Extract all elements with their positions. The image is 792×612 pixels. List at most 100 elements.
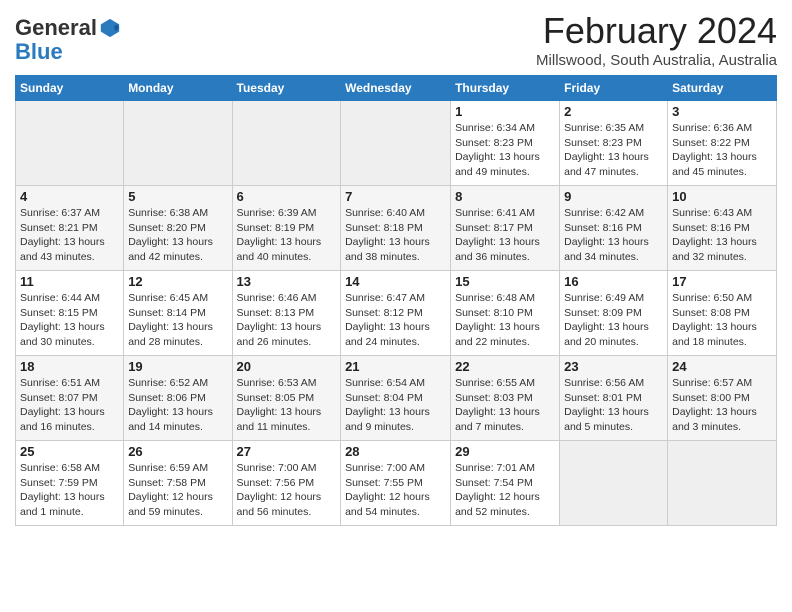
calendar-day-cell: 24 Sunrise: 6:57 AM Sunset: 8:00 PM Dayli… [668, 356, 777, 441]
calendar-day-cell: 21Sunrise: 6:54 AM Sunset: 8:04 PM Dayli… [341, 356, 451, 441]
day-number: 22 [455, 359, 555, 374]
day-number: 25 [20, 444, 119, 459]
calendar-day-cell [232, 101, 341, 186]
weekday-header: Tuesday [232, 76, 341, 101]
day-info: Sunrise: 6:39 AM Sunset: 8:19 PM Dayligh… [237, 206, 337, 265]
calendar-week-row: 4 Sunrise: 6:37 AM Sunset: 8:21 PM Daylig… [16, 186, 777, 271]
day-info: Sunrise: 6:46 AM Sunset: 8:13 PM Dayligh… [237, 291, 337, 350]
calendar-day-cell [668, 441, 777, 526]
weekday-header: Friday [560, 76, 668, 101]
day-info: Sunrise: 6:44 AM Sunset: 8:15 PM Dayligh… [20, 291, 119, 350]
day-number: 20 [237, 359, 337, 374]
day-info: Sunrise: 6:57 AM Sunset: 8:00 PM Dayligh… [672, 376, 772, 435]
calendar-day-cell: 7 Sunrise: 6:40 AM Sunset: 8:18 PM Daylig… [341, 186, 451, 271]
calendar-day-cell: 9Sunrise: 6:42 AM Sunset: 8:16 PM Daylig… [560, 186, 668, 271]
calendar-week-row: 11Sunrise: 6:44 AM Sunset: 8:15 PM Dayli… [16, 271, 777, 356]
calendar-day-cell: 12 Sunrise: 6:45 AM Sunset: 8:14 PM Dayli… [124, 271, 232, 356]
day-number: 27 [237, 444, 337, 459]
day-info: Sunrise: 6:50 AM Sunset: 8:08 PM Dayligh… [672, 291, 772, 350]
calendar-day-cell [341, 101, 451, 186]
day-info: Sunrise: 6:48 AM Sunset: 8:10 PM Dayligh… [455, 291, 555, 350]
calendar-day-cell: 11Sunrise: 6:44 AM Sunset: 8:15 PM Dayli… [16, 271, 124, 356]
calendar-week-row: 25 Sunrise: 6:58 AM Sunset: 7:59 PM Dayli… [16, 441, 777, 526]
day-number: 3 [672, 104, 772, 119]
calendar-day-cell: 28 Sunrise: 7:00 AM Sunset: 7:55 PM Dayli… [341, 441, 451, 526]
day-number: 19 [128, 359, 227, 374]
calendar-day-cell: 19 Sunrise: 6:52 AM Sunset: 8:06 PM Dayli… [124, 356, 232, 441]
day-number: 2 [564, 104, 663, 119]
day-info: Sunrise: 6:53 AM Sunset: 8:05 PM Dayligh… [237, 376, 337, 435]
day-info: Sunrise: 6:51 AM Sunset: 8:07 PM Dayligh… [20, 376, 119, 435]
calendar-day-cell: 29 Sunrise: 7:01 AM Sunset: 7:54 PM Dayli… [451, 441, 560, 526]
day-info: Sunrise: 6:52 AM Sunset: 8:06 PM Dayligh… [128, 376, 227, 435]
day-number: 18 [20, 359, 119, 374]
day-number: 8 [455, 189, 555, 204]
calendar-day-cell [560, 441, 668, 526]
day-info: Sunrise: 7:00 AM Sunset: 7:56 PM Dayligh… [237, 461, 337, 520]
day-number: 1 [455, 104, 555, 119]
calendar-day-cell: 15 Sunrise: 6:48 AM Sunset: 8:10 PM Dayli… [451, 271, 560, 356]
calendar-day-cell: 5 Sunrise: 6:38 AM Sunset: 8:20 PM Daylig… [124, 186, 232, 271]
day-info: Sunrise: 7:00 AM Sunset: 7:55 PM Dayligh… [345, 461, 446, 520]
calendar-day-cell: 13 Sunrise: 6:46 AM Sunset: 8:13 PM Dayli… [232, 271, 341, 356]
calendar-day-cell: 14Sunrise: 6:47 AM Sunset: 8:12 PM Dayli… [341, 271, 451, 356]
day-info: Sunrise: 6:37 AM Sunset: 8:21 PM Dayligh… [20, 206, 119, 265]
calendar-day-cell: 23Sunrise: 6:56 AM Sunset: 8:01 PM Dayli… [560, 356, 668, 441]
day-info: Sunrise: 6:40 AM Sunset: 8:18 PM Dayligh… [345, 206, 446, 265]
day-info: Sunrise: 6:59 AM Sunset: 7:58 PM Dayligh… [128, 461, 227, 520]
day-info: Sunrise: 6:43 AM Sunset: 8:16 PM Dayligh… [672, 206, 772, 265]
day-number: 6 [237, 189, 337, 204]
day-info: Sunrise: 6:56 AM Sunset: 8:01 PM Dayligh… [564, 376, 663, 435]
calendar-day-cell: 3Sunrise: 6:36 AM Sunset: 8:22 PM Daylig… [668, 101, 777, 186]
day-number: 17 [672, 274, 772, 289]
calendar-week-row: 18 Sunrise: 6:51 AM Sunset: 8:07 PM Dayli… [16, 356, 777, 441]
weekday-header: Saturday [668, 76, 777, 101]
day-info: Sunrise: 7:01 AM Sunset: 7:54 PM Dayligh… [455, 461, 555, 520]
month-title: February 2024 [536, 10, 777, 52]
day-number: 26 [128, 444, 227, 459]
day-number: 4 [20, 189, 119, 204]
calendar-day-cell: 20 Sunrise: 6:53 AM Sunset: 8:05 PM Dayli… [232, 356, 341, 441]
day-number: 15 [455, 274, 555, 289]
day-info: Sunrise: 6:35 AM Sunset: 8:23 PM Dayligh… [564, 121, 663, 180]
day-number: 16 [564, 274, 663, 289]
day-info: Sunrise: 6:45 AM Sunset: 8:14 PM Dayligh… [128, 291, 227, 350]
weekday-header: Thursday [451, 76, 560, 101]
day-info: Sunrise: 6:41 AM Sunset: 8:17 PM Dayligh… [455, 206, 555, 265]
day-number: 24 [672, 359, 772, 374]
title-area: February 2024 Millswood, South Australia… [536, 10, 777, 69]
day-info: Sunrise: 6:34 AM Sunset: 8:23 PM Dayligh… [455, 121, 555, 180]
calendar-day-cell: 16 Sunrise: 6:49 AM Sunset: 8:09 PM Dayli… [560, 271, 668, 356]
day-number: 12 [128, 274, 227, 289]
calendar-day-cell: 6 Sunrise: 6:39 AM Sunset: 8:19 PM Daylig… [232, 186, 341, 271]
calendar-header-row: SundayMondayTuesdayWednesdayThursdayFrid… [16, 76, 777, 101]
calendar-day-cell: 22 Sunrise: 6:55 AM Sunset: 8:03 PM Dayli… [451, 356, 560, 441]
logo-general-text: General [15, 16, 97, 40]
logo: General Blue [15, 16, 121, 64]
calendar-table: SundayMondayTuesdayWednesdayThursdayFrid… [15, 75, 777, 526]
day-number: 14 [345, 274, 446, 289]
logo-icon [99, 17, 121, 39]
calendar-week-row: 1 Sunrise: 6:34 AM Sunset: 8:23 PM Daylig… [16, 101, 777, 186]
calendar-day-cell: 26 Sunrise: 6:59 AM Sunset: 7:58 PM Dayli… [124, 441, 232, 526]
day-info: Sunrise: 6:38 AM Sunset: 8:20 PM Dayligh… [128, 206, 227, 265]
day-info: Sunrise: 6:54 AM Sunset: 8:04 PM Dayligh… [345, 376, 446, 435]
page-header: General Blue February 2024 Millswood, So… [15, 10, 777, 69]
day-info: Sunrise: 6:58 AM Sunset: 7:59 PM Dayligh… [20, 461, 119, 520]
day-number: 7 [345, 189, 446, 204]
calendar-day-cell: 17 Sunrise: 6:50 AM Sunset: 8:08 PM Dayli… [668, 271, 777, 356]
day-number: 13 [237, 274, 337, 289]
calendar-day-cell: 4 Sunrise: 6:37 AM Sunset: 8:21 PM Daylig… [16, 186, 124, 271]
day-number: 10 [672, 189, 772, 204]
day-info: Sunrise: 6:49 AM Sunset: 8:09 PM Dayligh… [564, 291, 663, 350]
calendar-day-cell: 10 Sunrise: 6:43 AM Sunset: 8:16 PM Dayli… [668, 186, 777, 271]
day-number: 9 [564, 189, 663, 204]
calendar-day-cell [124, 101, 232, 186]
day-number: 5 [128, 189, 227, 204]
calendar-day-cell: 25 Sunrise: 6:58 AM Sunset: 7:59 PM Dayli… [16, 441, 124, 526]
day-number: 28 [345, 444, 446, 459]
weekday-header: Sunday [16, 76, 124, 101]
calendar-day-cell: 27 Sunrise: 7:00 AM Sunset: 7:56 PM Dayli… [232, 441, 341, 526]
day-info: Sunrise: 6:55 AM Sunset: 8:03 PM Dayligh… [455, 376, 555, 435]
day-number: 29 [455, 444, 555, 459]
